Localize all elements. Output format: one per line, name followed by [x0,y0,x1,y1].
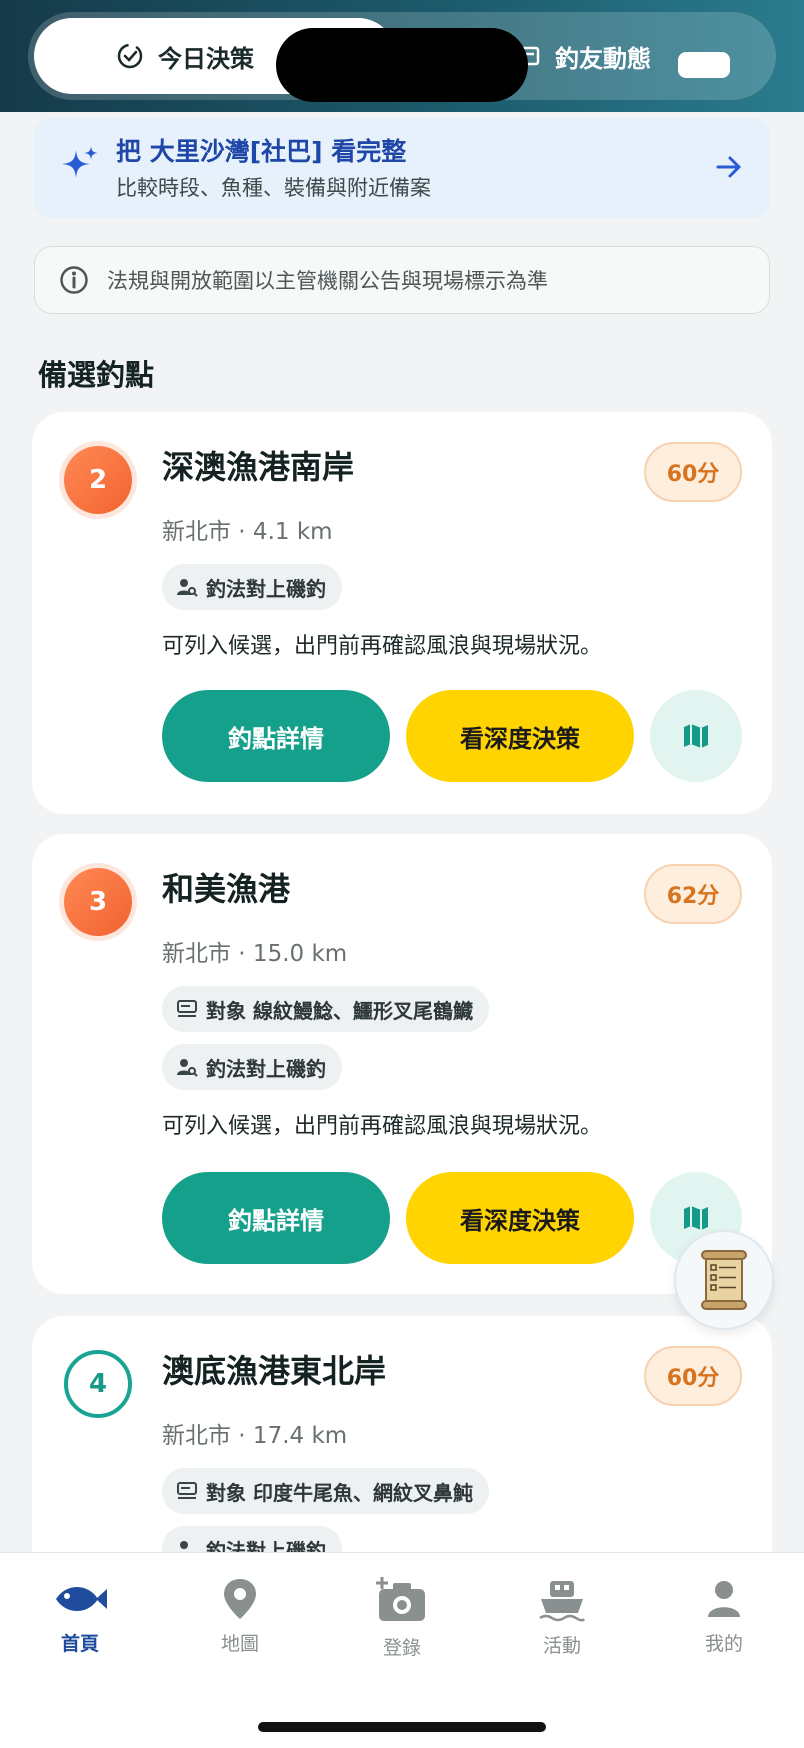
fish-list-icon [177,1000,197,1017]
target-fish-chip: 對象 線紋鰻鯰、鱷形叉尾鶴鱵 [162,986,489,1032]
banner-title: 把 大里沙灣[社巴] 看完整 [116,137,407,166]
top-header: 今日決策 釣友動態 [0,0,804,112]
spot-name: 深澳漁港南岸 [162,448,355,486]
fish-icon [56,1587,107,1611]
bottom-nav: 首頁 地圖 登錄 活動 我的 [0,1552,804,1748]
home-indicator [258,1722,546,1732]
score-badge: 60分 [644,1346,742,1406]
banner-subtitle: 比較時段、魚種、裝備與附近備案 [116,176,431,200]
notice-text: 法規與開放範圍以主管機關公告與現場標示為準 [107,269,548,293]
chip-label: 對象 印度牛尾魚、網紋叉鼻魨 [206,1480,473,1505]
map-icon [684,1206,708,1230]
chip-label: 釣法對上磯釣 [206,1056,326,1081]
map-icon [684,724,708,748]
scroll-checklist-icon [701,1250,747,1310]
spot-location-distance: 新北市 · 17.4 km [162,1423,348,1449]
rank-badge: 3 [64,868,132,936]
spot-description: 可列入候選，出門前再確認風浪與現場狀況。 [162,1114,603,1139]
spot-location-distance: 新北市 · 4.1 km [162,519,333,545]
method-chip: 釣法對上磯釣 [162,1044,342,1090]
nav-label: 首頁 [60,1633,99,1655]
method-chip: 釣法對上磯釣 [162,564,342,610]
spot-location-distance: 新北市 · 15.0 km [162,941,348,967]
deep-decision-button[interactable]: 看深度決策 [406,690,634,782]
section-title: 備選釣點 [38,358,155,392]
checklist-scroll-button[interactable] [674,1230,774,1330]
spot-description: 可列入候選，出門前再確認風浪與現場狀況。 [162,634,603,659]
regulation-notice: 法規與開放範圍以主管機關公告與現場標示為準 [34,246,770,314]
rank-badge: 4 [64,1350,132,1418]
map-button[interactable] [650,690,742,782]
fish-list-icon [177,1482,197,1499]
deep-decision-button[interactable]: 看深度決策 [406,1172,634,1264]
nav-label: 地圖 [220,1633,259,1655]
chip-label: 釣法對上磯釣 [206,576,326,601]
decision-check-icon [117,43,143,69]
spot-compare-banner[interactable]: 把 大里沙灣[社巴] 看完整 比較時段、魚種、裝備與附近備案 [34,118,770,218]
nav-profile[interactable]: 我的 [664,1577,784,1667]
angler-search-icon [177,579,198,597]
spot-detail-button[interactable]: 釣點詳情 [162,1172,390,1264]
info-icon [60,266,88,294]
camera-notch [276,28,528,102]
nav-map[interactable]: 地圖 [180,1577,300,1667]
nav-label: 我的 [704,1633,743,1655]
tab-today-label: 今日決策 [158,44,254,73]
angler-search-icon [177,1059,198,1077]
score-badge: 62分 [644,864,742,924]
camera-plus-icon [376,1577,425,1621]
boat-icon [539,1581,586,1622]
spot-detail-button[interactable]: 釣點詳情 [162,690,390,782]
map-pin-icon [224,1579,256,1619]
arrow-right-icon [716,156,741,178]
score-badge: 60分 [644,442,742,502]
spot-card: 3 和美漁港 62分 新北市 · 15.0 km 對象 線紋鰻鯰、鱷形叉尾鶴鱵 … [32,834,772,1294]
spot-card: 2 深澳漁港南岸 60分 新北市 · 4.1 km 釣法對上磯釣 可列入候選，出… [32,412,772,814]
nav-label: 活動 [542,1635,581,1657]
sparkle-icon [62,146,98,178]
spot-name: 和美漁港 [162,870,291,908]
nav-log[interactable]: 登錄 [342,1577,462,1667]
target-fish-chip: 對象 印度牛尾魚、網紋叉鼻魨 [162,1468,489,1514]
chip-label: 對象 線紋鰻鯰、鱷形叉尾鶴鱵 [206,998,473,1023]
battery-icon [678,52,730,78]
person-icon [708,1581,740,1617]
nav-home[interactable]: 首頁 [20,1577,140,1667]
nav-activity[interactable]: 活動 [502,1577,622,1667]
nav-label: 登錄 [382,1637,421,1659]
rank-badge: 2 [64,446,132,514]
tab-activity-label: 釣友動態 [555,44,651,73]
spot-name: 澳底漁港東北岸 [162,1352,387,1390]
